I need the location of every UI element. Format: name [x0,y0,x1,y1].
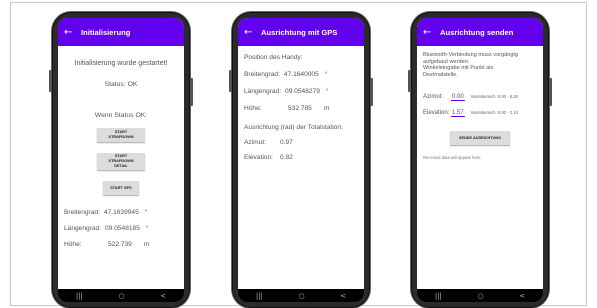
azimuth-label: Azimut: [244,139,266,146]
height-unit: m [143,241,150,248]
back-arrow-icon[interactable]: ← [423,27,437,38]
nav-back-icon[interactable]: < [519,292,525,300]
height-value: 522.739 [108,241,132,248]
page-title: Ausrichtung mit GPS [261,27,338,37]
longitude-label: Längengrad: [64,225,102,232]
longitude-value: 09.0548185 [105,225,140,232]
start-strapdown-button[interactable]: START STRAPDOWN [97,128,145,142]
height-row: Höhe: 522.739 m [64,241,184,248]
phone-ausrichtung-senden: ← Ausrichtung senden Bluetooth-Verbindun… [408,12,552,308]
received-data-text: Received data will appear here. [423,155,482,161]
azimuth-range: Wertebereich: 0.00 - 6.28 [470,94,518,100]
elevation-row: Elevation: 0.82 [244,154,364,161]
start-strapdown-detail-button[interactable]: START STRAPDOWN DETAIL [97,153,145,170]
longitude-row: Längengrad: 09.0548279 ° [244,88,364,95]
screen: ← Ausrichtung mit GPS Position des Handy… [238,18,364,289]
longitude-value: 09.0548279 [285,88,320,95]
longitude-label: Längengrad: [244,88,282,95]
app-bar: ← Initialisierung [58,18,184,46]
nav-back-icon[interactable]: < [160,292,166,300]
latitude-unit: ° [324,71,328,78]
android-nav-bar: ||| ○ < [58,289,184,302]
page-title: Initialisierung [81,27,131,37]
elevation-value: 0.82 [280,154,293,161]
home-icon[interactable]: ○ [478,292,484,300]
position-header: Position des Handy: [244,54,303,61]
height-value: 532.785 [288,105,312,112]
latitude-label: Breitengrad: [64,209,100,216]
latitude-unit: ° [144,209,148,216]
elevation-label: Elevation: [423,110,450,117]
back-arrow-icon[interactable]: ← [244,27,258,38]
status-text: Status: OK [104,81,138,88]
latitude-label: Breitengrad: [244,71,280,78]
latitude-value: 47.1640005 [283,71,319,78]
phone-ausrichtung-gps: ← Ausrichtung mit GPS Position des Handy… [229,12,373,308]
elevation-input-row: Elevation: 1.57 Wertebereich: 0.00 - 3.1… [423,110,543,118]
azimuth-input[interactable]: 0.00 [451,94,465,102]
back-arrow-icon[interactable]: ← [64,27,78,38]
latitude-row: Breitengrad: 47.1640005 ° [244,71,364,78]
send-orientation-button[interactable]: SENDE AUSRICHTUNG [450,131,510,146]
recent-apps-icon[interactable]: ||| [435,292,442,300]
azimuth-row: Azimut: 0.97 [244,139,364,146]
android-nav-bar: ||| ○ < [417,289,543,302]
latitude-row: Breitengrad: 47.1639945 ° [64,209,184,216]
app-bar: ← Ausrichtung senden [417,18,543,46]
status-hint: Wenn Status OK: [94,112,148,119]
height-unit: m [323,105,330,112]
screen: ← Initialisierung Initialisierung wurde … [58,18,184,289]
recent-apps-icon[interactable]: ||| [76,292,83,300]
longitude-row: Längengrad: 09.0548185 ° [64,225,184,232]
longitude-unit: ° [325,88,329,95]
app-bar: ← Ausrichtung mit GPS [238,18,364,46]
height-row: Höhe: 532.785 m [244,105,364,112]
latitude-value: 47.1639945 [103,209,139,216]
home-icon[interactable]: ○ [299,292,305,300]
orientation-header: Ausrichtung (rad) der Totalstation: [244,124,343,131]
elevation-range: Wertebereich: 0.00 - 3.14 [470,110,518,116]
elevation-input[interactable]: 1.57 [451,110,465,118]
home-icon[interactable]: ○ [119,292,125,300]
longitude-unit: ° [145,225,149,232]
phone-initialisierung: ← Initialisierung Initialisierung wurde … [49,12,193,308]
android-nav-bar: ||| ○ < [238,289,364,302]
screen: ← Ausrichtung senden Bluetooth-Verbindun… [417,18,543,289]
info-text: Bluetooth-Verbindung muss vorgängig aufg… [423,52,518,78]
elevation-label: Elevation: [244,154,273,161]
init-message: Initialisierung wurde gestartet! [74,60,168,67]
page-title: Ausrichtung senden [440,27,514,37]
button-label-line1: START STRAPDOWN [108,154,134,163]
azimuth-input-row: Azimut: 0.00 Wertebereich: 0.00 - 6.28 [423,94,543,102]
nav-back-icon[interactable]: < [340,292,346,300]
azimuth-label: Azimut: [423,94,444,101]
height-label: Höhe: [64,241,82,248]
start-gps-button[interactable]: START GPS [103,181,139,195]
height-label: Höhe: [244,105,262,112]
button-label-line2: DETAIL [114,164,128,168]
azimuth-value: 0.97 [280,139,293,146]
recent-apps-icon[interactable]: ||| [256,292,263,300]
